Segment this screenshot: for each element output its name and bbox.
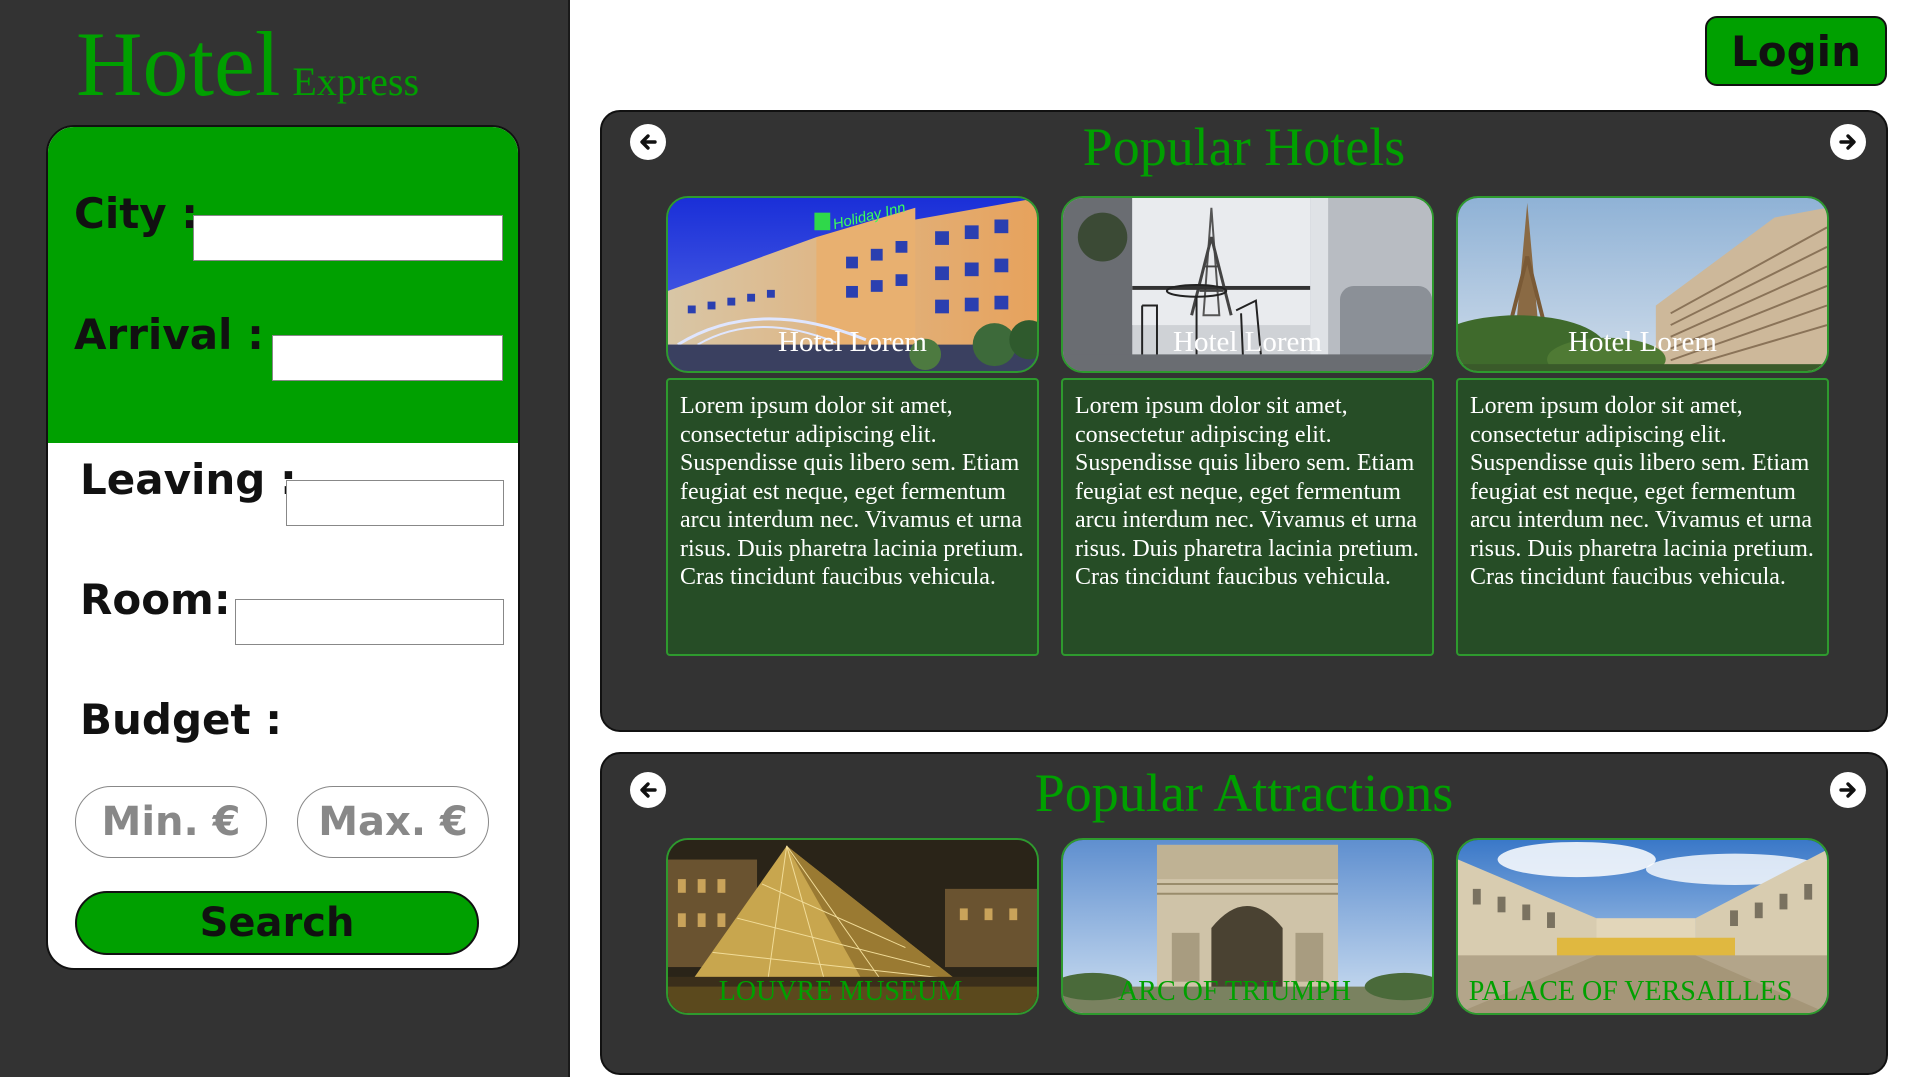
hotel-description: Lorem ipsum dolor sit amet, consectetur … (666, 378, 1039, 656)
budget-min-input[interactable]: Min. € (75, 786, 267, 858)
room-input[interactable] (235, 599, 504, 645)
hotel-name: Hotel Lorem (1568, 326, 1717, 358)
arrival-input[interactable] (272, 335, 503, 381)
attraction-name: ARC OF TRIUMPH (1118, 976, 1351, 1007)
budget-label: Budget : (80, 695, 283, 744)
popular-attractions-title: Popular Attractions (1034, 763, 1454, 823)
brand-logo: Hotel Express (76, 18, 419, 110)
city-input[interactable] (193, 215, 503, 261)
hotels-prev-arrow-icon[interactable] (630, 124, 666, 160)
popular-attractions-panel: Popular Attractions LOUVRE MUSEUM ARC OF… (600, 752, 1888, 1075)
attraction-name: PALACE OF VERSAILLES (1468, 976, 1793, 1007)
search-form-top (48, 127, 518, 443)
arrival-label: Arrival : (74, 310, 264, 359)
leaving-label: Leaving : (80, 455, 297, 504)
hotel-name: Hotel Lorem (778, 326, 927, 358)
hotels-next-arrow-icon[interactable] (1830, 124, 1866, 160)
attractions-next-arrow-icon[interactable] (1830, 772, 1866, 808)
search-form: City : Arrival : Leaving : Room: Budget … (46, 125, 520, 970)
attraction-name: LOUVRE MUSEUM (718, 976, 963, 1007)
brand-main-text: Hotel (76, 13, 281, 115)
brand-sub-text: Express (292, 59, 420, 104)
hotel-name: Hotel Lorem (1173, 326, 1322, 358)
sidebar: Hotel Express City : Arrival : Leaving : … (0, 0, 570, 1077)
hotel-description: Lorem ipsum dolor sit amet, consectetur … (1456, 378, 1829, 656)
popular-hotels-panel: Popular Hotels Holiday Inn Hotel Lorem L… (600, 110, 1888, 732)
city-label: City : (74, 189, 199, 238)
hotel-description: Lorem ipsum dolor sit amet, consectetur … (1061, 378, 1434, 656)
login-button[interactable]: Login (1705, 16, 1887, 86)
room-label: Room: (80, 575, 231, 624)
popular-hotels-title: Popular Hotels (1082, 117, 1406, 177)
search-button[interactable]: Search (75, 891, 479, 955)
budget-max-input[interactable]: Max. € (297, 786, 489, 858)
leaving-input[interactable] (286, 480, 504, 526)
attractions-prev-arrow-icon[interactable] (630, 772, 666, 808)
